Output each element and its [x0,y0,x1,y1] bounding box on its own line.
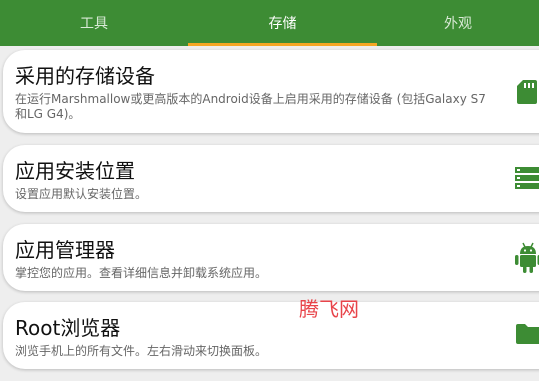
active-tab-indicator [188,43,377,46]
root-browser-card[interactable]: Root浏览器 浏览手机上的所有文件。左右滑动来切换面板。 [3,302,539,369]
card-title: Root浏览器 [15,316,121,340]
tab-appearance[interactable]: 外观 [377,0,539,46]
folder-icon [515,322,539,350]
card-title: 应用管理器 [15,238,115,262]
tab-storage[interactable]: 存储 [188,0,377,46]
card-title: 应用安装位置 [15,159,135,183]
watermark: 腾飞网 [299,297,359,321]
tab-tools[interactable]: 工具 [0,0,188,46]
app-install-location-card[interactable]: 应用安装位置 设置应用默认安装位置。 [3,145,539,212]
card-subtitle: 在运行Marshmallow或更高版本的Android设备上启用采用的存储设备 … [15,92,486,121]
sd-card-icon [515,78,539,106]
card-subtitle: 设置应用默认安装位置。 [15,187,148,201]
card-title: 采用的存储设备 [15,64,155,88]
card-subtitle: 掌控您的应用。查看详细信息并卸载系统应用。 [15,266,268,280]
adopted-storage-card[interactable]: 采用的存储设备 在运行Marshmallow或更高版本的Android设备上启用… [3,50,539,133]
card-subtitle: 浏览手机上的所有文件。左右滑动来切换面板。 [15,344,268,358]
app-manager-card[interactable]: 应用管理器 掌控您的应用。查看详细信息并卸载系统应用。 [3,224,539,291]
storage-icon [515,165,539,193]
android-icon [515,242,539,273]
tab-bar: 工具 存储 外观 [0,0,539,46]
